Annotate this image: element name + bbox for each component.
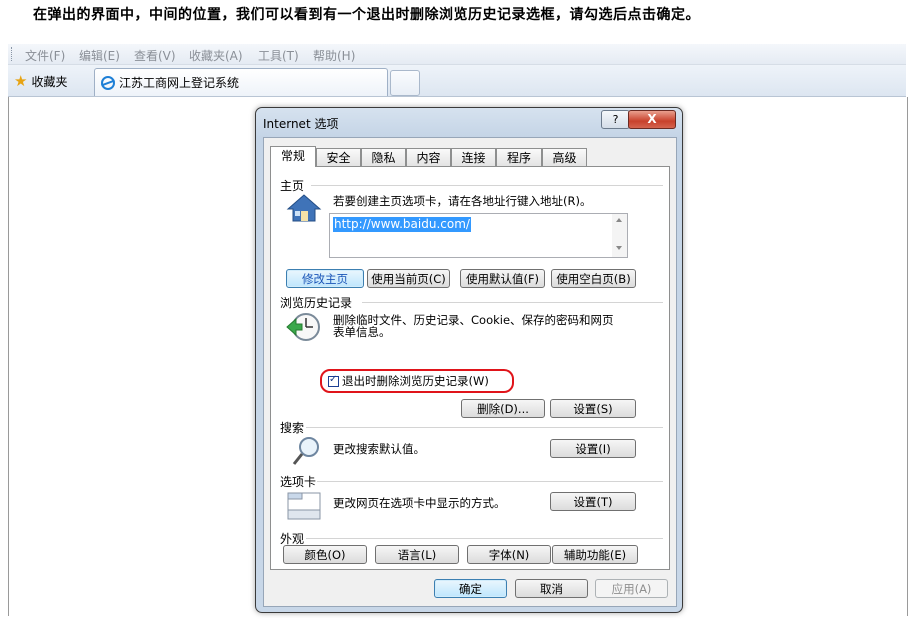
scroll-up-icon — [616, 218, 622, 222]
tab-programs[interactable]: 程序 — [496, 148, 542, 166]
tab-advanced[interactable]: 高级 — [542, 148, 587, 166]
general-tab-page: 主页 若要创建主页选项卡，请在各地址行键入地址(R)。 http://www.b… — [270, 166, 670, 570]
colors-button[interactable]: 颜色(O) — [283, 545, 367, 564]
tabs-desc: 更改网页在选项卡中显示的方式。 — [333, 496, 506, 510]
change-home-label: 修改主页 — [302, 272, 348, 286]
menu-bar: 文件(F) 编辑(E) 查看(V) 收藏夹(A) 工具(T) 帮助(H) — [8, 44, 906, 65]
star-icon: ★ — [14, 71, 28, 90]
scroll-down-icon — [616, 246, 622, 250]
instruction-text: 在弹出的界面中，中间的位置，我们可以看到有一个退出时删除浏览历史记录选框，请勾选… — [33, 7, 700, 23]
tab-connections[interactable]: 连接 — [451, 148, 496, 166]
menu-file[interactable]: 文件(F) — [25, 47, 65, 64]
tab-bar: ★ 收藏夹 江苏工商网上登记系统 — [8, 65, 906, 97]
divider — [362, 302, 663, 303]
divider — [306, 427, 663, 428]
tab-content[interactable]: 内容 — [406, 148, 451, 166]
delete-on-exit-checkbox-row[interactable]: 退出时删除浏览历史记录(W) — [328, 373, 489, 389]
favorites-button[interactable]: ★ 收藏夹 — [14, 72, 67, 90]
cancel-button[interactable]: 取消 — [515, 579, 588, 598]
history-section-heading: 浏览历史记录 — [280, 296, 353, 310]
history-desc-line2: 表单信息。 — [333, 325, 391, 339]
history-settings-button[interactable]: 设置(S) — [550, 399, 636, 418]
divider — [317, 481, 663, 482]
tab-security[interactable]: 安全 — [316, 148, 361, 166]
accessibility-button[interactable]: 辅助功能(E) — [552, 545, 638, 564]
use-blank-button[interactable]: 使用空白页(B) — [551, 269, 636, 288]
ie-logo-icon — [101, 75, 115, 90]
history-clock-icon — [286, 313, 320, 341]
search-section-heading: 搜索 — [280, 421, 305, 435]
menu-view[interactable]: 查看(V) — [134, 47, 176, 64]
browser-tab-active[interactable]: 江苏工商网上登记系统 — [94, 68, 388, 96]
delete-on-exit-checkbox[interactable] — [328, 374, 339, 387]
favorites-label: 收藏夹 — [31, 74, 68, 89]
menu-edit[interactable]: 编辑(E) — [79, 47, 120, 64]
tab-general[interactable]: 常规 — [270, 146, 316, 167]
search-icon — [292, 437, 319, 465]
home-url-value: http://www.baidu.com/ — [333, 217, 471, 232]
dialog-title: Internet 选项 — [263, 117, 339, 131]
history-delete-button[interactable]: 删除(D)... — [461, 399, 545, 418]
tabs-section-heading: 选项卡 — [280, 475, 317, 489]
change-home-button[interactable]: 修改主页 — [286, 269, 364, 288]
divider — [311, 185, 663, 186]
menu-favorites[interactable]: 收藏夹(A) — [189, 47, 243, 64]
url-scrollbar[interactable] — [612, 214, 627, 257]
home-icon — [286, 194, 322, 222]
use-default-button[interactable]: 使用默认值(F) — [460, 269, 545, 288]
search-settings-button[interactable]: 设置(I) — [550, 439, 636, 458]
search-desc: 更改搜索默认值。 — [333, 442, 425, 456]
divider — [306, 538, 663, 539]
delete-on-exit-label[interactable]: 退出时删除浏览历史记录(W) — [342, 373, 489, 389]
internet-options-dialog: Internet 选项 ? X 常规 安全 隐私 内容 连接 程序 高级 主页 … — [255, 107, 683, 613]
new-tab-button[interactable] — [390, 70, 420, 96]
help-button[interactable]: ? — [601, 110, 630, 129]
menu-tools[interactable]: 工具(T) — [258, 47, 299, 64]
fonts-button[interactable]: 字体(N) — [467, 545, 551, 564]
tab-privacy[interactable]: 隐私 — [361, 148, 406, 166]
apply-button[interactable]: 应用(A) — [595, 579, 668, 598]
use-current-button[interactable]: 使用当前页(C) — [367, 269, 450, 288]
ok-button[interactable]: 确定 — [434, 579, 507, 598]
tabs-settings-button[interactable]: 设置(T) — [550, 492, 636, 511]
toolbar-grip[interactable] — [11, 47, 14, 61]
home-section-heading: 主页 — [280, 179, 305, 193]
home-url-field[interactable]: http://www.baidu.com/ — [329, 213, 628, 258]
tabs-window-icon — [287, 492, 321, 520]
dialog-body: 常规 安全 隐私 内容 连接 程序 高级 主页 若要创建主页选项卡，请在各地址行… — [263, 137, 677, 607]
close-button[interactable]: X — [628, 110, 676, 129]
languages-button[interactable]: 语言(L) — [375, 545, 459, 564]
menu-help[interactable]: 帮助(H) — [313, 47, 355, 64]
home-desc: 若要创建主页选项卡，请在各地址行键入地址(R)。 — [333, 194, 592, 208]
browser-tab-label: 江苏工商网上登记系统 — [119, 76, 240, 90]
